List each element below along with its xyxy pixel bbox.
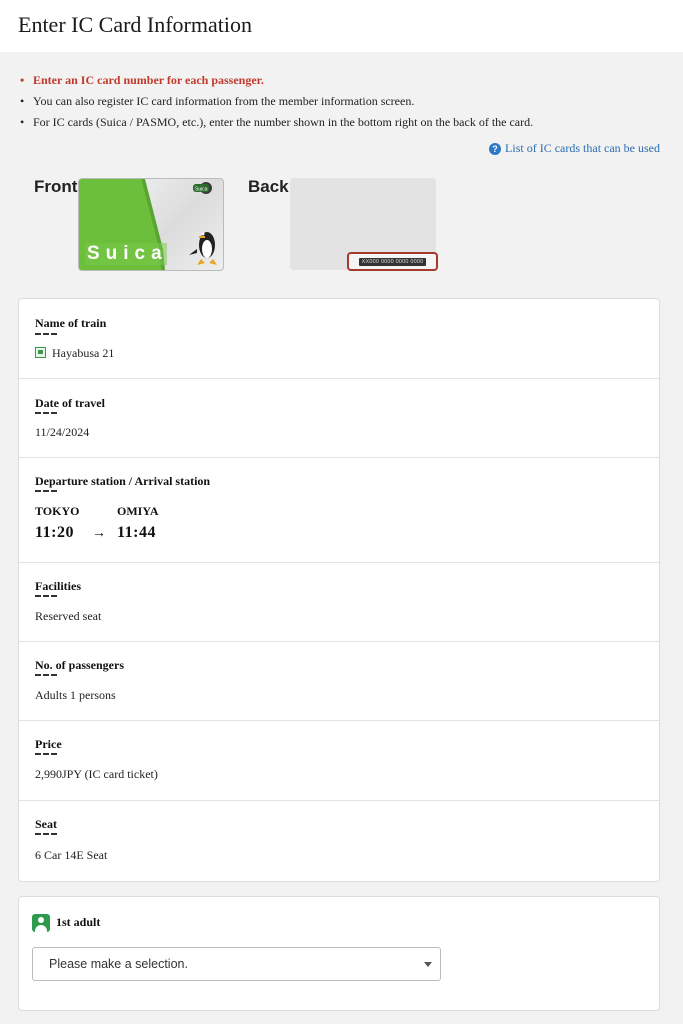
ic-card-select[interactable]: Please make a selection. [32,947,441,981]
instruction-notes: Enter an IC card number for each passeng… [20,70,670,133]
suica-brand-text: Suica [87,243,168,264]
facilities-value: Reserved seat [35,609,102,623]
ic-cards-list-label: List of IC cards that can be used [505,141,660,155]
page-header: Enter IC Card Information [0,0,683,52]
dashes-divider [35,753,59,756]
page-title: Enter IC Card Information [18,12,252,37]
departure-station: TOKYO [35,504,80,518]
passengers-label: No. of passengers [35,658,124,672]
note-card-number: For IC cards (Suica / PASMO, etc.), ente… [20,112,670,133]
note-required: Enter an IC card number for each passeng… [20,70,670,91]
card-back-label: Back [248,177,289,196]
dashes-divider [35,412,59,415]
facilities-row: Facilities Reserved seat [19,562,659,642]
dashes-divider [35,490,59,493]
dashes-divider [35,333,59,336]
suica-card-front-image: Suica Suica [78,178,224,271]
train-value-wrapper: Hayabusa 21 [35,346,114,361]
note-member-info: You can also register IC card informatio… [20,91,670,112]
train-value: Hayabusa 21 [52,346,115,360]
help-icon: ? [489,142,502,155]
passenger-label: 1st adult [56,915,101,929]
price-value: 2,990JPY (IC card ticket) [35,767,158,781]
trip-details-panel: Name of train Hayabusa 21 Date of travel… [18,298,660,882]
seat-row: Seat 6 Car 14E Seat [19,800,659,882]
passenger-ic-card-panel: 1st adult Please make a selection. [18,896,660,1011]
passengers-row: No. of passengers Adults 1 persons [19,641,659,720]
card-front-label: Front [34,177,78,196]
card-number-highlight: XX000 0000 0000 0000 [347,252,438,271]
train-icon [35,347,46,358]
date-value: 11/24/2024 [35,425,90,439]
seat-value: 6 Car 14E Seat [35,848,108,862]
stations-row: Departure station / Arrival station TOKY… [19,457,659,562]
arrival-time: 11:44 [117,524,156,541]
passengers-value: Adults 1 persons [35,688,116,702]
svg-text:Suica: Suica [195,187,208,193]
price-row: Price 2,990JPY (IC card ticket) [19,720,659,800]
chevron-down-icon [424,962,432,967]
stations-label: Departure station / Arrival station [35,474,211,488]
facilities-label: Facilities [35,579,81,593]
dashes-divider [35,833,59,836]
person-icon [32,914,50,932]
date-row: Date of travel 11/24/2024 [19,378,659,457]
arrow-icon: → [92,526,106,541]
ic-cards-list-link[interactable]: ? List of IC cards that can be used [489,141,660,156]
arrival-station: OMIYA [117,504,159,518]
train-label: Name of train [35,316,107,330]
departure-time: 11:20 [35,524,74,541]
ic-card-select-value: Please make a selection. [49,957,188,971]
card-number-sample: XX000 0000 0000 0000 [358,257,427,266]
train-row: Name of train Hayabusa 21 [19,299,659,379]
price-label: Price [35,737,62,751]
dashes-divider [35,595,59,598]
date-label: Date of travel [35,396,105,410]
dashes-divider [35,674,59,677]
seat-label: Seat [35,817,57,831]
